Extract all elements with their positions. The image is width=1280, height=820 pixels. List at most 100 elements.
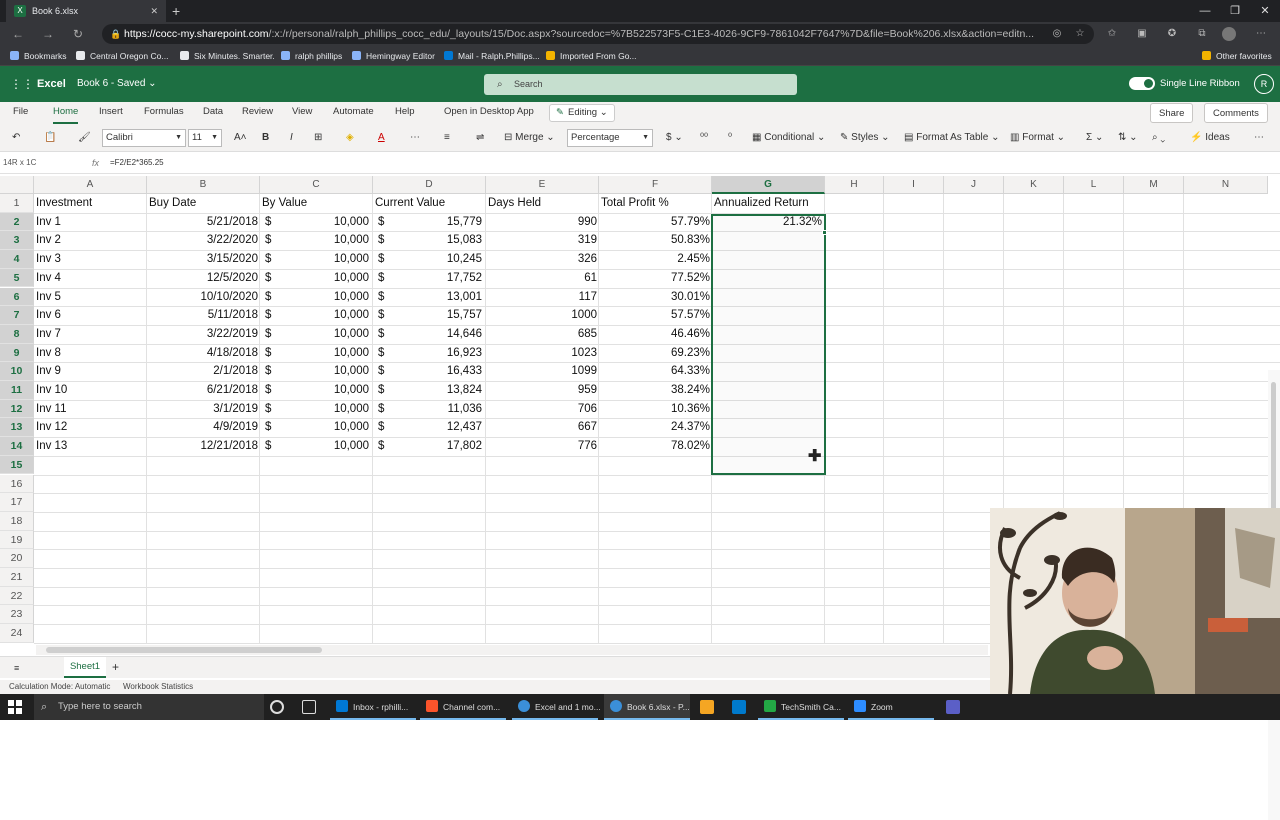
- total-profit-cell[interactable]: 38.24%: [601, 381, 710, 400]
- by-value-cell[interactable]: 10,000: [280, 362, 369, 381]
- tab-automate[interactable]: Automate: [333, 102, 374, 122]
- conditional-formatting-button[interactable]: ▦ Conditional ⌄: [752, 130, 825, 146]
- bookmark-item[interactable]: Hemingway Editor: [352, 46, 435, 66]
- investment-cell[interactable]: Inv 5: [36, 288, 145, 307]
- row-header[interactable]: 12: [0, 399, 34, 419]
- by-value-cell[interactable]: 10,000: [280, 231, 369, 250]
- investment-cell[interactable]: Inv 3: [36, 250, 145, 269]
- buy-date-cell[interactable]: 12/21/2018: [149, 437, 258, 456]
- wrap-text-icon[interactable]: ⇌: [476, 130, 484, 146]
- tab-file[interactable]: File: [13, 102, 28, 122]
- bookmark-item[interactable]: Bookmarks: [10, 46, 67, 66]
- total-profit-cell[interactable]: 78.02%: [601, 437, 710, 456]
- row-header[interactable]: 24: [0, 624, 34, 643]
- column-header-d[interactable]: D: [373, 176, 486, 194]
- column-header-i[interactable]: I: [884, 176, 944, 194]
- close-window-icon[interactable]: ✕: [1250, 0, 1280, 22]
- by-value-cell[interactable]: 10,000: [280, 344, 369, 363]
- total-profit-cell[interactable]: 57.79%: [601, 213, 710, 232]
- row-header[interactable]: 2: [0, 212, 34, 232]
- bold-icon[interactable]: B: [262, 130, 269, 146]
- tracking-icon[interactable]: ◎: [1050, 27, 1064, 41]
- clipboard-icon[interactable]: 📋: [44, 130, 56, 146]
- favorite-star-icon[interactable]: ☆: [1073, 27, 1087, 41]
- total-profit-cell[interactable]: 30.01%: [601, 288, 710, 307]
- buy-date-cell[interactable]: 12/5/2020: [149, 269, 258, 288]
- row-header[interactable]: 20: [0, 549, 34, 568]
- investment-cell[interactable]: Inv 8: [36, 344, 145, 363]
- total-profit-cell[interactable]: 46.46%: [601, 325, 710, 344]
- browser-tab[interactable]: X Book 6.xlsx ✕: [6, 0, 166, 22]
- sheet-list-icon[interactable]: ≡: [14, 660, 19, 676]
- buy-date-cell[interactable]: 3/1/2019: [149, 400, 258, 419]
- decimal-increase-icon[interactable]: ⁰⁰: [700, 130, 708, 146]
- days-held-cell[interactable]: 326: [488, 250, 597, 269]
- investment-cell[interactable]: Inv 4: [36, 269, 145, 288]
- styles-button[interactable]: ✎ Styles ⌄: [840, 130, 890, 146]
- current-value-cell[interactable]: 16,433: [393, 362, 482, 381]
- days-held-cell[interactable]: 1023: [488, 344, 597, 363]
- row-header[interactable]: 21: [0, 568, 34, 587]
- merge-button[interactable]: ⊟ Merge ⌄: [504, 130, 555, 146]
- header-cell[interactable]: Investment: [36, 194, 145, 213]
- days-held-cell[interactable]: 990: [488, 213, 597, 232]
- row-header[interactable]: 9: [0, 343, 34, 363]
- more-options-icon[interactable]: ⋯: [410, 130, 420, 146]
- buy-date-cell[interactable]: 4/9/2019: [149, 418, 258, 437]
- row-header[interactable]: 4: [0, 250, 34, 269]
- by-value-cell[interactable]: 10,000: [280, 250, 369, 269]
- header-cell[interactable]: Total Profit %: [601, 194, 710, 213]
- number-format-select[interactable]: Percentage ▼: [567, 129, 653, 147]
- header-cell[interactable]: Days Held: [488, 194, 597, 213]
- header-cell[interactable]: Current Value: [375, 194, 484, 213]
- row-header[interactable]: 6: [0, 287, 34, 307]
- buy-date-cell[interactable]: 3/15/2020: [149, 250, 258, 269]
- row-header[interactable]: 1: [0, 194, 34, 213]
- name-box[interactable]: 14R x 1C: [3, 156, 83, 170]
- investment-cell[interactable]: Inv 2: [36, 231, 145, 250]
- new-tab-icon[interactable]: +: [172, 0, 180, 22]
- sublime-icon[interactable]: [700, 700, 714, 714]
- teams-icon[interactable]: [946, 700, 960, 714]
- bookmark-item[interactable]: Mail - Ralph.Phillips...: [444, 46, 540, 66]
- share-icon[interactable]: ⧉: [1195, 27, 1209, 41]
- by-value-cell[interactable]: 10,000: [280, 418, 369, 437]
- header-cell[interactable]: Buy Date: [149, 194, 258, 213]
- investment-cell[interactable]: Inv 7: [36, 325, 145, 344]
- investment-cell[interactable]: Inv 13: [36, 437, 145, 456]
- investment-cell[interactable]: Inv 9: [36, 362, 145, 381]
- collections-icon[interactable]: ▣: [1135, 27, 1149, 41]
- formula-input[interactable]: =F2/E2*365.25: [110, 156, 164, 170]
- total-profit-cell[interactable]: 69.23%: [601, 344, 710, 363]
- row-header[interactable]: 8: [0, 324, 34, 344]
- buy-date-cell[interactable]: 4/18/2018: [149, 344, 258, 363]
- column-header-b[interactable]: B: [147, 176, 260, 194]
- column-header-k[interactable]: K: [1004, 176, 1064, 194]
- current-value-cell[interactable]: 16,923: [393, 344, 482, 363]
- other-favorites[interactable]: Other favorites: [1202, 46, 1272, 66]
- format-as-table-button[interactable]: ▤ Format As Table ⌄: [904, 130, 999, 146]
- current-value-cell[interactable]: 14,646: [393, 325, 482, 344]
- taskbar-app-edge-book6[interactable]: Book 6.xlsx - P...: [604, 694, 690, 720]
- extension-icon[interactable]: ✪: [1165, 27, 1179, 41]
- days-held-cell[interactable]: 319: [488, 231, 597, 250]
- investment-cell[interactable]: Inv 12: [36, 418, 145, 437]
- url-field[interactable]: 🔒 https://cocc-my.sharepoint.com/:x:/r/p…: [102, 24, 1094, 44]
- by-value-cell[interactable]: 10,000: [280, 437, 369, 456]
- header-cell[interactable]: Annualized Return: [714, 194, 823, 213]
- row-header[interactable]: 10: [0, 362, 34, 381]
- app-launcher-icon[interactable]: ⋮⋮: [10, 78, 34, 90]
- tab-insert[interactable]: Insert: [99, 102, 123, 122]
- column-header-e[interactable]: E: [486, 176, 599, 194]
- selection-range[interactable]: [711, 214, 826, 475]
- by-value-cell[interactable]: 10,000: [280, 288, 369, 307]
- select-all-corner[interactable]: [0, 176, 34, 194]
- investment-cell[interactable]: Inv 10: [36, 381, 145, 400]
- days-held-cell[interactable]: 1000: [488, 306, 597, 325]
- current-value-cell[interactable]: 10,245: [393, 250, 482, 269]
- find-icon[interactable]: ⌕ ⌄: [1152, 130, 1165, 146]
- row-header[interactable]: 17: [0, 493, 34, 512]
- days-held-cell[interactable]: 959: [488, 381, 597, 400]
- taskbar-search[interactable]: ⌕ Type here to search: [34, 694, 264, 720]
- taskbar-app-edge[interactable]: Excel and 1 mo...: [512, 694, 601, 720]
